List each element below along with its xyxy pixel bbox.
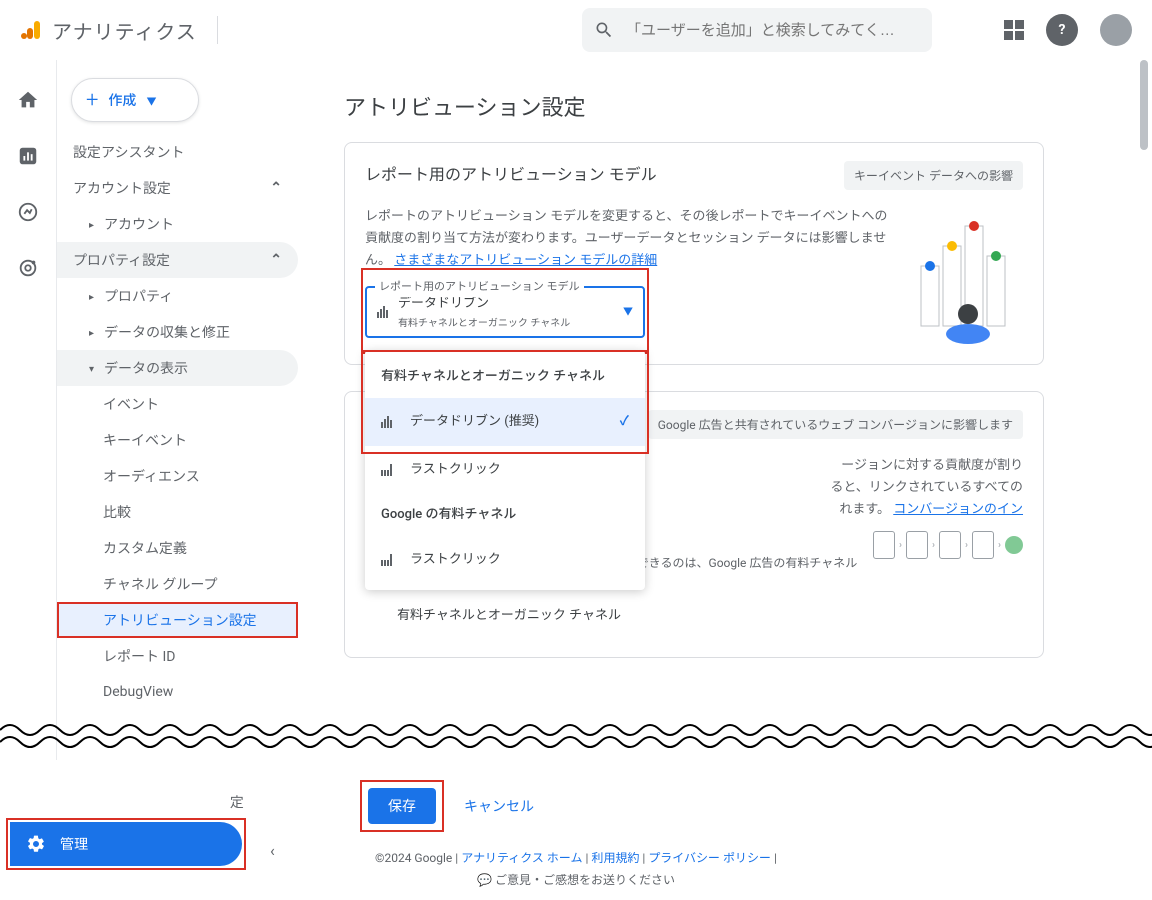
divider [217, 16, 218, 44]
create-button[interactable]: + 作成 ▼ [71, 78, 199, 122]
search-icon [594, 20, 614, 40]
dropdown-option-data-driven[interactable]: データドリブン (推奨) [365, 398, 645, 446]
chevron-down-icon: ▼ [623, 304, 633, 321]
logo[interactable]: アナリティクス [20, 16, 218, 45]
help-icon[interactable]: ? [1046, 14, 1078, 46]
data-driven-icon [377, 306, 388, 318]
admin-label: 管理 [60, 834, 88, 854]
nav-property-section[interactable]: プロパティ設定 [57, 242, 298, 278]
nav-compare[interactable]: 比較 [57, 494, 304, 530]
dropdown-option-last-click-1[interactable]: ラストクリック [365, 446, 645, 494]
nav-data-collection[interactable]: データの収集と修正 [57, 314, 304, 350]
cropped-text: 定 [230, 792, 244, 812]
search-box[interactable] [582, 8, 932, 52]
home-icon[interactable] [16, 88, 40, 112]
nav-custom-definitions[interactable]: カスタム定義 [57, 530, 304, 566]
arrow-down-icon [89, 360, 94, 376]
save-button[interactable]: 保存 [368, 788, 436, 824]
data-driven-icon [381, 416, 392, 428]
dropdown-header: 有料チャネルとオーガニック チャネル [365, 356, 645, 398]
impact-tag: Google 広告と共有されているウェブ コンバージョンに影響します [648, 410, 1023, 439]
create-label: 作成 [108, 90, 136, 110]
apps-icon[interactable] [1004, 20, 1024, 40]
nav-debugview[interactable]: DebugView [57, 674, 304, 710]
attribution-illustration [913, 206, 1023, 346]
nav-account-section[interactable]: アカウント設定 [57, 170, 298, 206]
feedback-icon: 💬 [477, 873, 492, 887]
nav-key-events[interactable]: キーイベント [57, 422, 304, 458]
footer-terms-link[interactable]: 利用規約 [591, 851, 639, 865]
nav-setup-assistant[interactable]: 設定アシスタント [57, 134, 304, 170]
last-click-icon [381, 554, 392, 566]
explore-icon[interactable] [16, 200, 40, 224]
nav-report-id[interactable]: レポート ID [57, 638, 304, 674]
search-input[interactable] [626, 22, 920, 39]
attribution-model-dropdown: 有料チャネルとオーガニック チャネル データドリブン (推奨) ラストクリック … [365, 350, 645, 590]
cut-line-decoration [0, 718, 1152, 754]
gear-icon [26, 834, 46, 854]
plus-icon: + [86, 88, 98, 113]
card-title: レポート用のアトリビューション モデル [365, 161, 844, 185]
arrow-right-icon [89, 288, 94, 304]
nav-property[interactable]: プロパティ [57, 278, 304, 314]
reports-icon[interactable] [16, 144, 40, 168]
highlight-box: 管理 [6, 818, 246, 870]
footer-home-link[interactable]: アナリティクス ホーム [461, 851, 582, 865]
nav-data-display[interactable]: データの表示 [57, 350, 298, 386]
dropdown-option-last-click-2[interactable]: ラストクリック [365, 536, 645, 584]
nav-audiences[interactable]: オーディエンス [57, 458, 304, 494]
product-name: アナリティクス [52, 16, 197, 45]
cancel-button[interactable]: キャンセル [464, 796, 534, 816]
collapse-sidebar-icon[interactable]: ‹ [270, 841, 275, 860]
advertising-icon[interactable] [16, 256, 40, 280]
attribution-model-card: レポート用のアトリビューション モデル キーイベント データへの影響 レポートの… [344, 142, 1044, 365]
arrow-right-icon [89, 324, 94, 340]
highlight-box: 保存 [360, 780, 444, 832]
card-description: レポートのアトリビューション モデルを変更すると、その後レポートでキーイベントへ… [365, 206, 893, 346]
nav-events[interactable]: イベント [57, 386, 304, 422]
last-click-icon [381, 464, 392, 476]
arrow-right-icon [89, 216, 94, 232]
chevron-up-icon [270, 252, 282, 268]
avatar[interactable] [1100, 14, 1132, 46]
dropdown-header: Google の有料チャネル [365, 494, 645, 536]
page-title: アトリビューション設定 [344, 90, 1044, 122]
analytics-logo-icon [20, 18, 44, 42]
conversion-link[interactable]: コンバージョンのイン [893, 502, 1023, 517]
learn-more-link[interactable]: さまざまなアトリビューション モデルの詳細 [394, 253, 657, 268]
chevron-down-icon: ▼ [146, 93, 156, 108]
nav-channel-groups[interactable]: チャネル グループ [57, 566, 304, 602]
footer-feedback[interactable]: ご意見・ご感想をお送りください [495, 873, 675, 887]
admin-button[interactable]: 管理 [10, 822, 242, 866]
footer-privacy-link[interactable]: プライバシー ポリシー [648, 851, 771, 865]
select-label: レポート用のアトリビューション モデル [375, 278, 584, 297]
impact-tag: キーイベント データへの影響 [844, 161, 1023, 190]
nav-attribution-settings[interactable]: アトリビューション設定 [57, 602, 298, 638]
chevron-up-icon [270, 180, 282, 196]
nav-account[interactable]: アカウント [57, 206, 304, 242]
channel-flow-illustration: ›››› [873, 531, 1023, 559]
